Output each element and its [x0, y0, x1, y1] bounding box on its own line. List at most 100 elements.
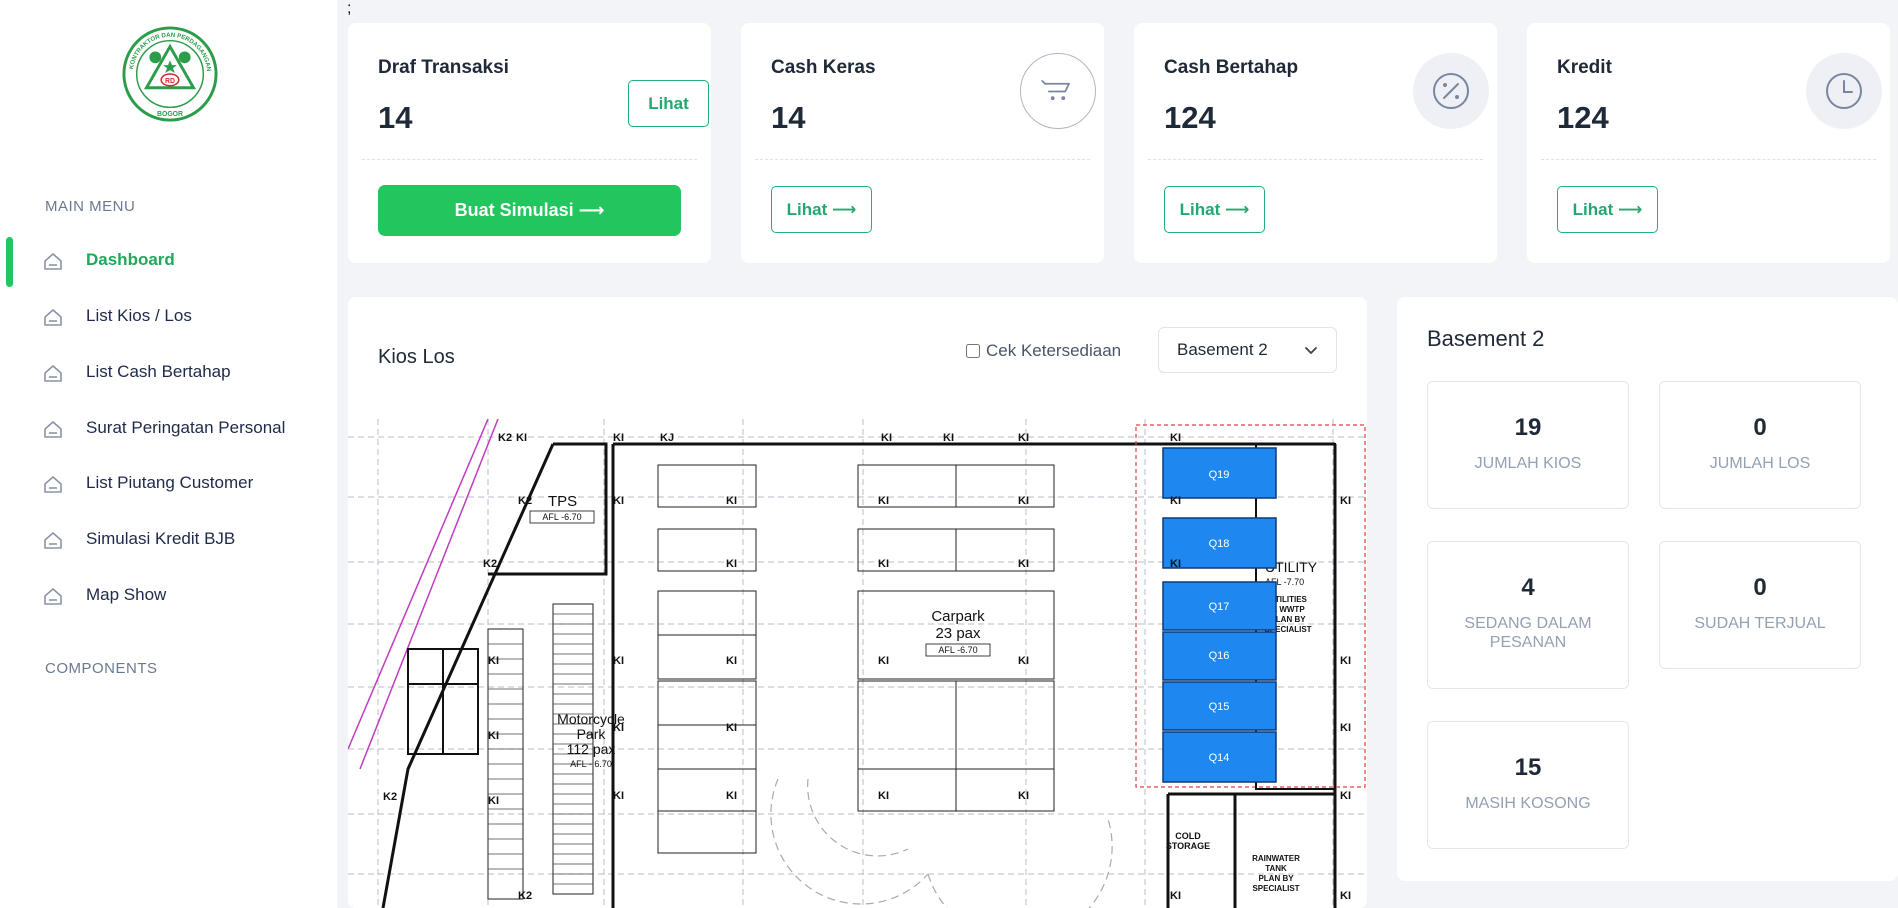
kios-unit-q15[interactable]: Q15 [1162, 681, 1277, 731]
percent-icon [1413, 53, 1489, 129]
divider [1541, 159, 1876, 160]
svg-text:KI: KI [881, 432, 892, 444]
sidebar-item-simulasi-kredit[interactable]: Simulasi Kredit BJB [0, 517, 337, 561]
availability-check[interactable]: Cek Ketersediaan [966, 341, 1121, 361]
svg-text:KI: KI [1340, 655, 1351, 667]
view-cash-keras-button[interactable]: Lihat ⟶ [771, 186, 872, 233]
floor-plan-drawing: KI KJ KI KI KI KI KI KI KI KI KI KI KI KI KI KI K… [348, 418, 1367, 908]
stat-value: 124 [1164, 100, 1216, 135]
company-logo[interactable]: RD BOGOR KONTRAKTOR DAN PERDAGANGAN UMUM [121, 25, 219, 123]
kios-unit-label: Q17 [1209, 601, 1230, 613]
svg-text:KI: KI [1340, 790, 1351, 802]
svg-text:KI: KI [613, 790, 624, 802]
kios-unit-q16[interactable]: Q16 [1162, 631, 1277, 681]
svg-text:KI: KI [1018, 655, 1029, 667]
sidebar-item-label: Map Show [86, 585, 167, 604]
svg-text:KI: KI [878, 558, 889, 570]
sidebar-item-label: List Piutang Customer [86, 473, 254, 492]
sidebar-item-label: Dashboard [86, 250, 175, 269]
summary-value: 0 [1753, 414, 1767, 441]
kios-unit-label: Q18 [1209, 538, 1230, 550]
sidebar-item-dashboard[interactable]: Dashboard [0, 238, 337, 282]
svg-text:KI: KI [1170, 558, 1181, 570]
home-icon [44, 532, 62, 549]
motorcycle-afl-label: AFL - 6.70 [570, 759, 612, 769]
stat-title: Draf Transaksi [378, 57, 509, 78]
svg-text:KI: KI [726, 495, 737, 507]
svg-text:KI: KI [878, 655, 889, 667]
svg-text:BOGOR: BOGOR [157, 111, 183, 118]
kios-unit-label: Q16 [1209, 650, 1230, 662]
stat-value: 14 [771, 100, 806, 135]
floor-plan-map[interactable]: KI KJ KI KI KI KI KI KI KI KI KI KI KI KI KI KI K… [348, 418, 1367, 908]
sidebar-item-list-cash-bertahap[interactable]: List Cash Bertahap [0, 350, 337, 394]
summary-box-masih-kosong: 15 MASIH KOSONG [1427, 721, 1629, 849]
svg-text:KI: KI [488, 655, 499, 667]
card-kredit: Kredit 124 Lihat ⟶ [1527, 23, 1890, 263]
svg-text:KI: KI [488, 730, 499, 742]
rainwater-2: TANK [1265, 864, 1287, 873]
tps-afl-label: AFL -6.70 [542, 512, 581, 522]
availability-checkbox[interactable] [966, 344, 980, 358]
floor-select[interactable]: Basement 2 [1158, 327, 1337, 373]
kios-unit-label: Q14 [1209, 752, 1230, 764]
cold-storage-1: COLD [1175, 831, 1201, 841]
svg-text:K2: K2 [383, 791, 397, 803]
svg-text:KI: KI [1018, 432, 1029, 444]
home-icon [44, 421, 62, 438]
summary-box-jumlah-kios: 19 JUMLAH KIOS [1427, 381, 1629, 509]
buat-simulasi-button[interactable]: Buat Simulasi ⟶ [378, 185, 681, 236]
svg-text:KI: KI [943, 432, 954, 444]
svg-text:K2: K2 [518, 890, 532, 902]
svg-text:KI: KI [726, 722, 737, 734]
kios-unit-q14[interactable]: Q14 [1162, 731, 1277, 783]
motorcycle-pax-label: 112 pax [567, 741, 616, 757]
divider [755, 159, 1090, 160]
svg-text:KI: KI [1170, 890, 1181, 902]
components-title: COMPONENTS [45, 660, 158, 677]
summary-box-sudah-terjual: 0 SUDAH TERJUAL [1659, 541, 1861, 669]
kios-unit-q17[interactable]: Q17 [1162, 581, 1277, 631]
home-icon [44, 309, 62, 326]
view-cash-bertahap-button[interactable]: Lihat ⟶ [1164, 186, 1265, 233]
home-icon [44, 253, 62, 270]
summary-label: JUMLAH LOS [1709, 455, 1811, 472]
svg-text:KI: KI [613, 655, 624, 667]
view-draf-button[interactable]: Lihat [628, 80, 709, 127]
carpark-pax-label: 23 pax [935, 625, 981, 642]
sidebar-item-label: Simulasi Kredit BJB [86, 529, 236, 548]
summary-value: 4 [1521, 574, 1535, 601]
sidebar-item-label: List Kios / Los [86, 306, 192, 325]
svg-text:KI: KI [516, 432, 527, 444]
rainwater-1: RAINWATER [1252, 854, 1300, 863]
svg-text:KI: KI [1340, 722, 1351, 734]
svg-text:KI: KI [1018, 790, 1029, 802]
floor-select-value: Basement 2 [1177, 340, 1268, 359]
svg-text:KI: KI [1340, 495, 1351, 507]
svg-text:RD: RD [165, 78, 175, 85]
kios-unit-label: Q15 [1209, 701, 1230, 713]
sidebar-item-label: List Cash Bertahap [86, 362, 231, 381]
card-cash-keras: Cash Keras 14 Lihat ⟶ [741, 23, 1104, 263]
svg-text:KI: KI [1170, 432, 1181, 444]
kios-unit-q19[interactable]: Q19 [1162, 447, 1277, 499]
sidebar-item-map-show[interactable]: Map Show [0, 573, 337, 617]
svg-text:KI: KI [726, 558, 737, 570]
availability-label: Cek Ketersediaan [986, 341, 1122, 360]
summary-box-sedang-dalam-pesanan: 4 SEDANG DALAM PESANAN [1427, 541, 1629, 689]
stat-title: Cash Keras [771, 57, 876, 78]
sidebar-item-list-kios-los[interactable]: List Kios / Los [0, 294, 337, 338]
sidebar-item-label: Surat Peringatan Personal [86, 418, 286, 437]
cold-storage-2: STORAGE [1166, 841, 1210, 851]
summary-value: 0 [1753, 574, 1767, 601]
stat-value: 14 [378, 100, 413, 135]
sidebar-item-surat-peringatan[interactable]: Surat Peringatan Personal [0, 406, 337, 450]
summary-title: Basement 2 [1427, 326, 1545, 351]
view-kredit-button[interactable]: Lihat ⟶ [1557, 186, 1658, 233]
stray-text: ; [347, 0, 352, 17]
svg-text:KJ: KJ [660, 432, 674, 444]
sidebar-item-list-piutang[interactable]: List Piutang Customer [0, 461, 337, 505]
stat-title: Kredit [1557, 57, 1612, 78]
svg-text:KI: KI [488, 795, 499, 807]
basement-summary-panel: Basement 2 19 JUMLAH KIOS 0 JUMLAH LOS 4… [1397, 297, 1898, 881]
